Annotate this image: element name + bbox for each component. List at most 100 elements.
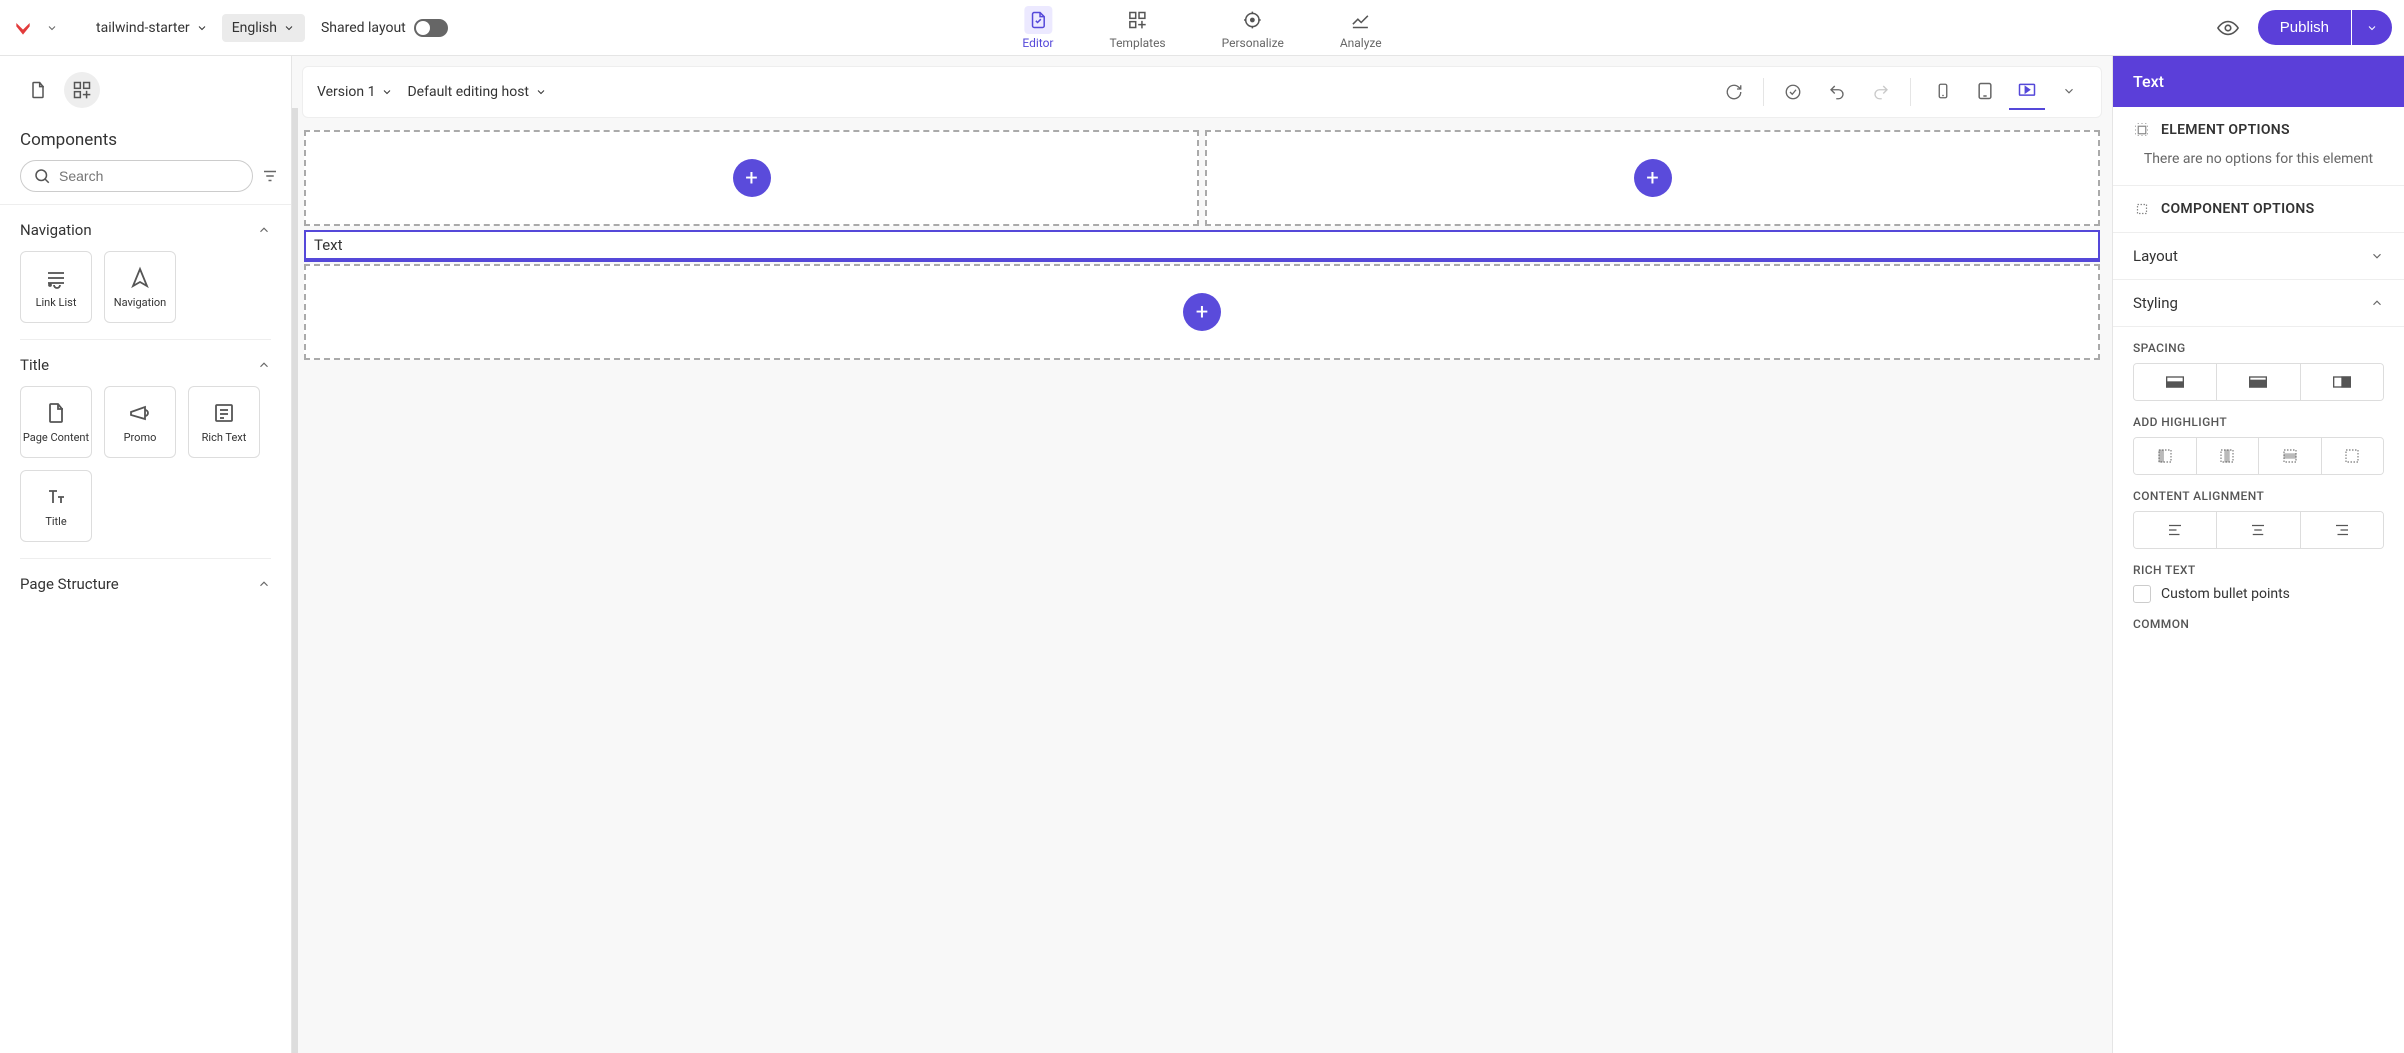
publish-button[interactable]: Publish xyxy=(2258,10,2351,45)
analyze-icon xyxy=(1351,10,1371,30)
component-page-content[interactable]: Page Content xyxy=(20,386,92,458)
components-tab[interactable] xyxy=(64,72,100,108)
device-tablet[interactable] xyxy=(1967,74,2003,110)
editor-icon xyxy=(1028,10,1048,30)
search-box[interactable] xyxy=(20,160,253,192)
filter-icon xyxy=(261,167,279,185)
spacing-option-1[interactable] xyxy=(2134,364,2216,400)
placeholder-row-top: + + xyxy=(304,130,2100,226)
navigation-icon xyxy=(128,266,152,290)
spacing-medium-icon xyxy=(2248,375,2268,389)
placeholder-bottom[interactable]: + xyxy=(304,264,2100,360)
component-navigation[interactable]: Navigation xyxy=(104,251,176,323)
project-selector[interactable]: tailwind-starter xyxy=(86,14,218,42)
alignment-label: CONTENT ALIGNMENT xyxy=(2133,489,2384,503)
placeholder-top-left[interactable]: + xyxy=(304,130,1199,226)
component-rich-text[interactable]: Rich Text xyxy=(188,386,260,458)
styling-accordion[interactable]: Styling xyxy=(2113,280,2404,327)
tablet-icon xyxy=(1975,81,1995,101)
selected-text-component[interactable]: Text xyxy=(304,230,2100,262)
alignment-segmented xyxy=(2133,511,2384,549)
element-options-title: ELEMENT OPTIONS xyxy=(2161,122,2290,138)
group-page-structure[interactable]: Page Structure xyxy=(20,558,271,605)
canvas-toolbar: Version 1 Default editing host xyxy=(302,66,2102,118)
app-logo[interactable] xyxy=(12,17,34,39)
device-mobile[interactable] xyxy=(1925,74,1961,110)
canvas-area: Version 1 Default editing host xyxy=(292,56,2112,1053)
rich-text-icon xyxy=(212,401,236,425)
components-scroll[interactable]: Navigation Link List Navigation Title xyxy=(0,204,291,1053)
align-center[interactable] xyxy=(2216,512,2299,548)
highlight-2-icon xyxy=(2218,447,2236,465)
group-navigation[interactable]: Navigation xyxy=(20,205,271,251)
undo-button[interactable] xyxy=(1822,77,1852,107)
redo-button[interactable] xyxy=(1866,77,1896,107)
nav-templates[interactable]: Templates xyxy=(1101,2,1173,54)
topbar-right: Publish xyxy=(2210,10,2392,46)
nav-personalize[interactable]: Personalize xyxy=(1214,2,1292,54)
device-more[interactable] xyxy=(2051,74,2087,110)
align-left[interactable] xyxy=(2134,512,2216,548)
inspector-header: Text xyxy=(2113,56,2404,107)
highlight-option-3[interactable] xyxy=(2258,438,2321,474)
element-options-empty: There are no options for this element xyxy=(2133,139,2384,171)
page-content-icon xyxy=(44,401,68,425)
highlight-option-1[interactable] xyxy=(2134,438,2196,474)
spacing-option-3[interactable] xyxy=(2300,364,2383,400)
right-sidebar: Text ELEMENT OPTIONS There are no option… xyxy=(2112,56,2404,1053)
component-promo[interactable]: Promo xyxy=(104,386,176,458)
shared-layout-toggle[interactable] xyxy=(414,19,448,37)
pages-tab[interactable] xyxy=(20,72,56,108)
version-label: Version 1 xyxy=(317,84,375,100)
templates-icon xyxy=(1128,10,1148,30)
spacing-option-2[interactable] xyxy=(2216,364,2299,400)
layout-accordion[interactable]: Layout xyxy=(2113,233,2404,280)
highlight-option-2[interactable] xyxy=(2196,438,2259,474)
canvas[interactable]: + + Text + xyxy=(292,118,2112,1053)
highlight-option-4[interactable] xyxy=(2321,438,2384,474)
page-icon xyxy=(28,80,48,100)
group-page-content[interactable]: Title xyxy=(20,339,271,386)
publish-dropdown[interactable] xyxy=(2352,10,2392,45)
component-rich-text-label: Rich Text xyxy=(202,431,247,444)
host-selector[interactable]: Default editing host xyxy=(407,84,547,100)
component-title[interactable]: Title xyxy=(20,470,92,542)
group-navigation-title: Navigation xyxy=(20,221,92,239)
group-page-content-title: Title xyxy=(20,356,49,374)
highlight-4-icon xyxy=(2343,447,2361,465)
nav-analyze-label: Analyze xyxy=(1340,36,1382,50)
search-input[interactable] xyxy=(59,168,240,184)
component-navigation-label: Navigation xyxy=(114,296,167,309)
nav-analyze[interactable]: Analyze xyxy=(1332,2,1390,54)
validate-button[interactable] xyxy=(1778,77,1808,107)
page-content-components: Page Content Promo Rich Text Title xyxy=(20,386,271,558)
title-icon xyxy=(44,485,68,509)
redo-icon xyxy=(1872,83,1890,101)
top-bar: tailwind-starter English Shared layout E… xyxy=(0,0,2404,56)
navigation-components: Link List Navigation xyxy=(20,251,271,339)
add-component-button[interactable]: + xyxy=(1634,159,1672,197)
preview-button[interactable] xyxy=(2210,10,2246,46)
filter-button[interactable] xyxy=(261,167,279,185)
custom-bullets-checkbox[interactable] xyxy=(2133,585,2151,603)
undo-icon xyxy=(1828,83,1846,101)
version-selector[interactable]: Version 1 xyxy=(317,84,393,100)
sidebar-mode-switch xyxy=(0,56,291,116)
promo-icon xyxy=(128,401,152,425)
nav-editor[interactable]: Editor xyxy=(1014,2,1061,54)
chevron-down-icon xyxy=(2370,249,2384,263)
custom-bullets-label: Custom bullet points xyxy=(2161,586,2290,602)
element-options-section: ELEMENT OPTIONS There are no options for… xyxy=(2113,107,2404,186)
align-right[interactable] xyxy=(2300,512,2383,548)
placeholder-top-right[interactable]: + xyxy=(1205,130,2100,226)
component-link-list[interactable]: Link List xyxy=(20,251,92,323)
add-component-button[interactable]: + xyxy=(1183,293,1221,331)
add-component-button[interactable]: + xyxy=(733,159,771,197)
language-selector[interactable]: English xyxy=(222,14,305,42)
refresh-button[interactable] xyxy=(1719,77,1749,107)
main-layout: Components Navigation Link List xyxy=(0,56,2404,1053)
app-menu-chevron[interactable] xyxy=(38,14,66,42)
component-options-title: COMPONENT OPTIONS xyxy=(2161,201,2314,217)
device-desktop[interactable] xyxy=(2009,74,2045,110)
device-switcher xyxy=(1925,74,2087,110)
